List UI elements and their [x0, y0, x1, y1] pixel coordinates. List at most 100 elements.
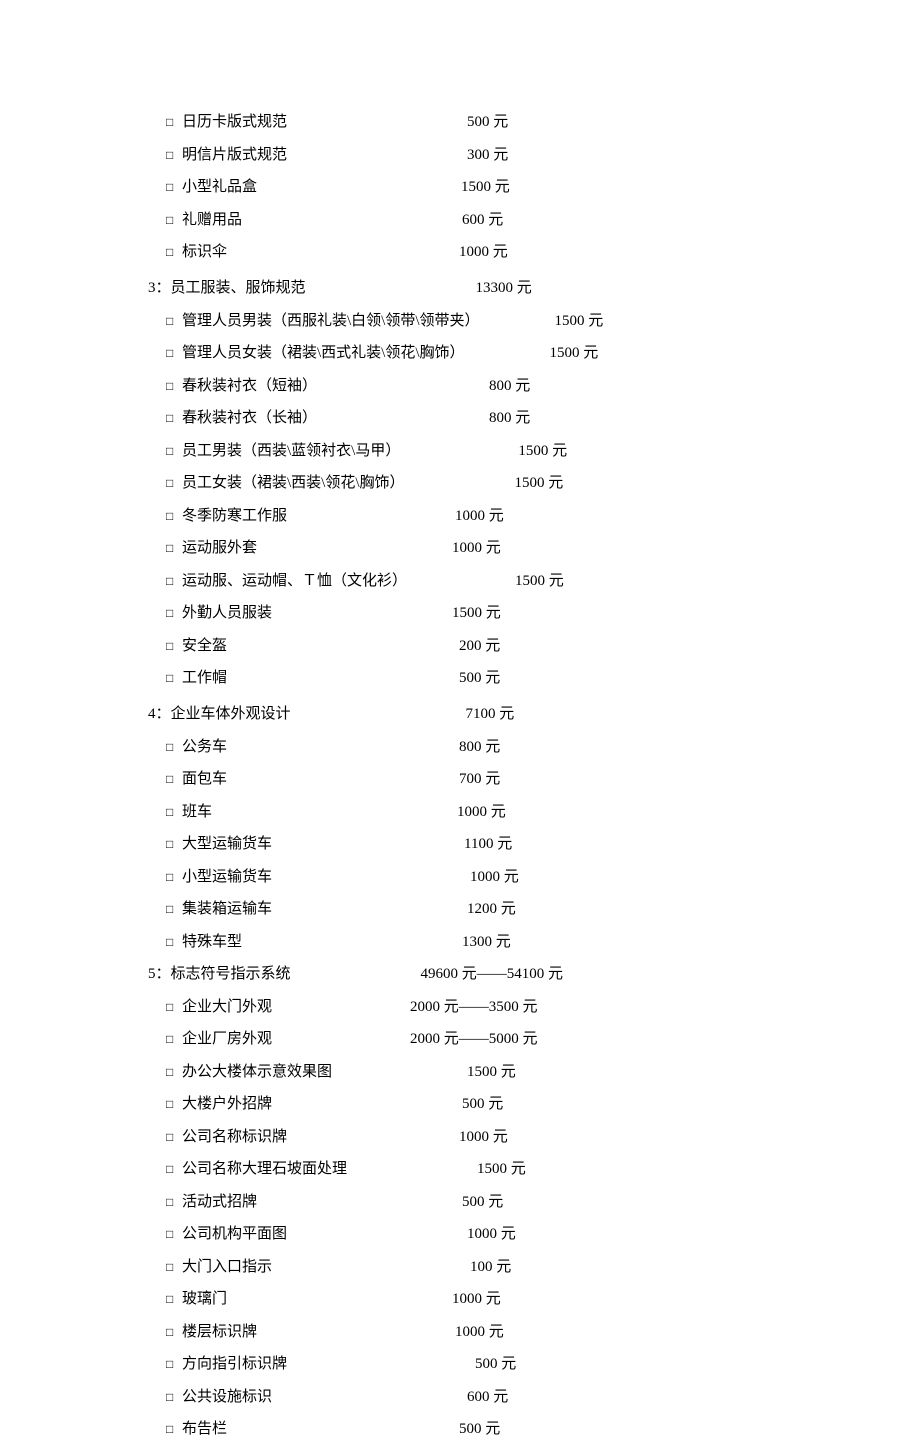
item-price: 800 元 — [459, 735, 500, 756]
checkbox-icon: □ — [166, 805, 178, 820]
item-price: 600 元 — [462, 208, 503, 229]
checkbox-icon: □ — [166, 1292, 178, 1307]
item-label: 大门入口指示 — [182, 1255, 272, 1276]
item-price: 500 元 — [467, 110, 508, 131]
item-label: 办公大楼体示意效果图 — [182, 1060, 332, 1081]
item-price: 1500 元 — [515, 471, 564, 492]
list-item: □企业厂房外观2000 元——5000 元 — [166, 1027, 920, 1048]
item-label: 大楼户外招牌 — [182, 1092, 272, 1113]
checkbox-icon: □ — [166, 837, 178, 852]
list-item: □明信片版式规范300 元 — [166, 143, 920, 164]
list-item: □公务车800 元 — [166, 735, 920, 756]
checkbox-icon: □ — [166, 379, 178, 394]
item-price: 1500 元 — [467, 1060, 516, 1081]
checkbox-icon: □ — [166, 639, 178, 654]
list-item: □工作帽500 元 — [166, 666, 920, 687]
item-label: 运动服外套 — [182, 536, 257, 557]
item-label: 特殊车型 — [182, 930, 242, 951]
checkbox-icon: □ — [166, 1097, 178, 1112]
checkbox-icon: □ — [166, 213, 178, 228]
item-price: 1500 元 — [550, 341, 599, 362]
list-item: □ 玻璃门 1000 元 — [166, 1287, 920, 1308]
item-label: 玻璃门 — [182, 1287, 227, 1308]
item-label: 员工女装（裙装\西装\领花\胸饰） — [182, 471, 405, 492]
item-label: 礼赠用品 — [182, 208, 242, 229]
heading-label: 3：员工服装、服饰规范 — [148, 276, 306, 297]
item-price: 1500 元 — [555, 309, 604, 330]
checkbox-icon: □ — [166, 180, 178, 195]
list-item: □ 员工女装（裙装\西装\领花\胸饰） 1500 元 — [166, 471, 920, 492]
list-item: □ 管理人员男装（西服礼装\白领\领带\领带夹） 1500 元 — [166, 309, 920, 330]
item-price: 1000 元 — [455, 504, 504, 525]
item-price: 1500 元 — [452, 601, 501, 622]
checkbox-icon: □ — [166, 902, 178, 917]
item-price: 200 元 — [459, 634, 500, 655]
item-price: 1000 元 — [452, 1287, 501, 1308]
item-price: 1500 元 — [518, 439, 567, 460]
list-item: □特殊车型1300 元 — [166, 930, 920, 951]
item-label: 公务车 — [182, 735, 227, 756]
checkbox-icon: □ — [166, 1162, 178, 1177]
item-price: 1300 元 — [462, 930, 511, 951]
item-label: 小型礼品盒 — [182, 175, 257, 196]
checkbox-icon: □ — [166, 606, 178, 621]
item-label: 面包车 — [182, 767, 227, 788]
item-price: 600 元 — [467, 1385, 508, 1406]
item-price: 1000 元 — [467, 1222, 516, 1243]
checkbox-icon: □ — [166, 509, 178, 524]
item-label: 集装箱运输车 — [182, 897, 272, 918]
list-item: □小型礼品盒1500 元 — [166, 175, 920, 196]
checkbox-icon: □ — [166, 574, 178, 589]
list-item: □ 春秋装衬衣（短袖） 800 元 — [166, 374, 920, 395]
checkbox-icon: □ — [166, 1325, 178, 1340]
list-item: □ 运动服、运动帽、Ｔ恤（文化衫） 1500 元 — [166, 569, 920, 590]
heading-label: 4：企业车体外观设计 — [148, 702, 291, 723]
item-label: 管理人员女装（裙装\西式礼装\领花\胸饰） — [182, 341, 465, 362]
list-item: □小型运输货车1000 元 — [166, 865, 920, 886]
item-label: 明信片版式规范 — [182, 143, 287, 164]
heading-price: 7100 元 — [466, 702, 515, 723]
list-item: □公共设施标识600 元 — [166, 1385, 920, 1406]
checkbox-icon: □ — [166, 1357, 178, 1372]
item-price: 800 元 — [489, 374, 530, 395]
checkbox-icon: □ — [166, 870, 178, 885]
list-item: □公司名称大理石坡面处理1500 元 — [166, 1157, 920, 1178]
checkbox-icon: □ — [166, 1000, 178, 1015]
item-price: 1000 元 — [470, 865, 519, 886]
item-label: 公司名称标识牌 — [182, 1125, 287, 1146]
item-price: 1100 元 — [464, 832, 512, 853]
item-label: 日历卡版式规范 — [182, 110, 287, 131]
item-label: 安全盔 — [182, 634, 227, 655]
list-item: □企业大门外观2000 元——3500 元 — [166, 995, 920, 1016]
list-item: □大门入口指示100 元 — [166, 1255, 920, 1276]
list-item: □冬季防寒工作服1000 元 — [166, 504, 920, 525]
item-price: 1000 元 — [455, 1320, 504, 1341]
heading-price: 13300 元 — [476, 276, 532, 297]
item-label: 布告栏 — [182, 1417, 227, 1438]
item-label: 大型运输货车 — [182, 832, 272, 853]
list-item: □活动式招牌500 元 — [166, 1190, 920, 1211]
list-item: □布告栏500 元 — [166, 1417, 920, 1438]
checkbox-icon: □ — [166, 476, 178, 491]
list-item: □标识伞1000 元 — [166, 240, 920, 261]
item-label: 企业厂房外观 — [182, 1027, 272, 1048]
checkbox-icon: □ — [166, 314, 178, 329]
item-label: 公共设施标识 — [182, 1385, 272, 1406]
item-price: 700 元 — [459, 767, 500, 788]
checkbox-icon: □ — [166, 245, 178, 260]
item-price: 1500 元 — [515, 569, 564, 590]
item-label: 运动服、运动帽、Ｔ恤（文化衫） — [182, 569, 407, 590]
item-label: 管理人员男装（西服礼装\白领\领带\领带夹） — [182, 309, 480, 330]
item-label: 班车 — [182, 800, 212, 821]
item-label: 春秋装衬衣（长袖） — [182, 406, 317, 427]
checkbox-icon: □ — [166, 1227, 178, 1242]
list-item: □ 礼赠用品 600 元 — [166, 208, 920, 229]
list-item: □公司名称标识牌1000 元 — [166, 1125, 920, 1146]
item-price: 1000 元 — [457, 800, 506, 821]
item-price: 2000 元——5000 元 — [410, 1027, 538, 1048]
list-item: □ 班车 1000 元 — [166, 800, 920, 821]
item-price: 300 元 — [467, 143, 508, 164]
item-price: 500 元 — [459, 1417, 500, 1438]
item-price: 500 元 — [459, 666, 500, 687]
item-label: 春秋装衬衣（短袖） — [182, 374, 317, 395]
